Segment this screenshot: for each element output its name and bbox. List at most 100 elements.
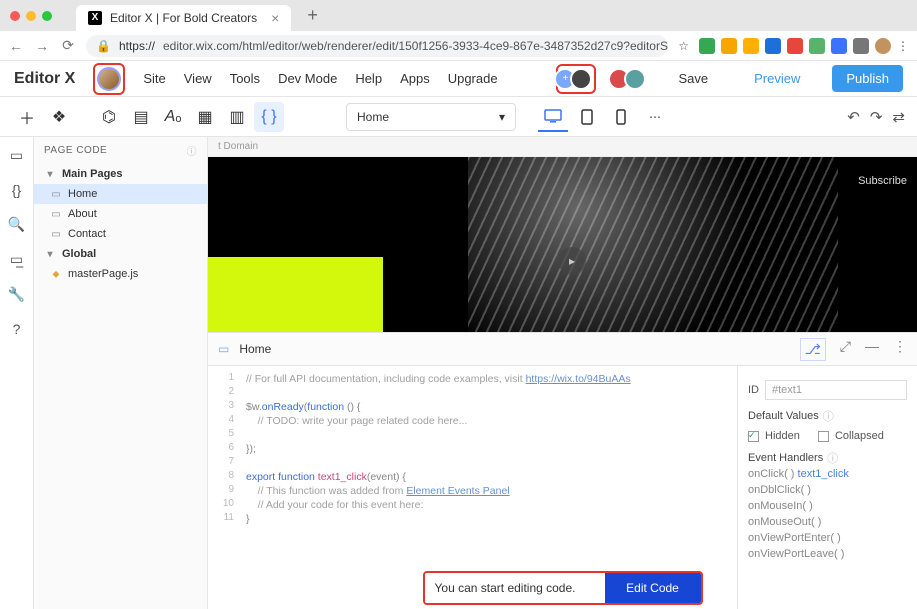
format-code-icon[interactable]: ⎇: [800, 338, 826, 361]
menu-site[interactable]: Site: [143, 71, 165, 86]
ev-ondblclick[interactable]: onDblClick( ): [748, 482, 907, 498]
tree-page-about[interactable]: ▭ About: [34, 204, 207, 224]
ext-icon-2[interactable]: [721, 38, 737, 54]
ev-onmouseout[interactable]: onMouseOut( ): [748, 514, 907, 530]
new-tab-button[interactable]: +: [307, 5, 318, 26]
code-tab-bar: ▭ Home ⎇ ⤢ — ⋮: [208, 332, 917, 366]
ev-onmousein[interactable]: onMouseIn( ): [748, 498, 907, 514]
tree-file-masterpage[interactable]: ⬥ masterPage.js: [34, 264, 207, 284]
inspector-id-label: ID: [748, 384, 759, 396]
url-field[interactable]: 🔒 https://editor.wix.com/html/editor/web…: [86, 35, 668, 57]
bookmark-star-icon[interactable]: ☆: [678, 39, 689, 53]
nav-back-icon[interactable]: ←: [8, 38, 24, 54]
lime-block: [208, 257, 383, 332]
publish-button[interactable]: Publish: [832, 65, 903, 92]
site-nav-subscribe[interactable]: Subscribe: [858, 175, 907, 187]
rail-help-icon[interactable]: ?: [13, 321, 21, 337]
ext-icon-5[interactable]: [787, 38, 803, 54]
collapse-icon: ▾: [44, 248, 56, 260]
menu-view[interactable]: View: [184, 71, 212, 86]
menu-upgrade[interactable]: Upgrade: [448, 71, 498, 86]
code-more-icon[interactable]: ⋮: [893, 338, 907, 361]
redo-icon[interactable]: ↷: [870, 108, 883, 126]
info-icon[interactable]: ⓘ: [823, 408, 834, 424]
swap-icon[interactable]: ⇄: [892, 108, 905, 126]
add-element-icon[interactable]: ＋: [12, 102, 42, 132]
sitemap-icon[interactable]: ⌬: [94, 102, 124, 132]
tab-close-icon[interactable]: ×: [271, 10, 279, 26]
minimize-icon[interactable]: —: [865, 338, 879, 361]
menu-apps[interactable]: Apps: [400, 71, 430, 86]
window-minimize-dot[interactable]: [26, 11, 36, 21]
collab-avatar-1[interactable]: [570, 68, 592, 90]
page-dropdown-label: Home: [357, 110, 389, 124]
ev-onviewportenter[interactable]: onViewPortEnter( ): [748, 530, 907, 546]
tree-page-contact[interactable]: ▭ Contact: [34, 224, 207, 244]
menu-tools[interactable]: Tools: [230, 71, 260, 86]
edit-code-button[interactable]: Edit Code: [605, 573, 701, 603]
rail-db-icon[interactable]: ▭̲: [10, 251, 23, 268]
info-icon[interactable]: ⓘ: [827, 450, 838, 466]
text-style-icon[interactable]: Aₒ: [158, 102, 188, 132]
table-icon[interactable]: ▥: [222, 102, 252, 132]
tab-favicon: X: [88, 11, 102, 25]
ev-onclick[interactable]: onClick( ) text1_click: [748, 466, 907, 482]
expand-icon[interactable]: ⤢: [840, 338, 851, 361]
code-braces-icon[interactable]: { }: [254, 102, 284, 132]
window-close-dot[interactable]: [10, 11, 20, 21]
ext-icon-8[interactable]: [853, 38, 869, 54]
ext-icon-6[interactable]: [809, 38, 825, 54]
tree-file-label: masterPage.js: [68, 268, 138, 280]
undo-icon[interactable]: ↶: [847, 108, 860, 126]
editor-menu-bar: Editor X Site View Tools Dev Mode Help A…: [0, 61, 917, 97]
page-dropdown[interactable]: Home ▾: [346, 103, 516, 131]
page-file-icon: ▭: [50, 228, 62, 240]
menu-help[interactable]: Help: [355, 71, 382, 86]
more-devices-icon[interactable]: ⋯: [640, 102, 670, 132]
code-tab-label[interactable]: Home: [239, 342, 271, 356]
play-icon[interactable]: ▸: [558, 247, 586, 275]
hidden-checkbox[interactable]: [748, 431, 759, 442]
ext-icon-7[interactable]: [831, 38, 847, 54]
ext-icon-4[interactable]: [765, 38, 781, 54]
menu-devmode[interactable]: Dev Mode: [278, 71, 337, 86]
collab-avatar-3[interactable]: [624, 68, 646, 90]
collapse-icon: ▾: [44, 168, 56, 180]
page-code-panel: PAGE CODE ⓘ ▾ Main Pages ▭ Home ▭ About …: [34, 137, 208, 609]
rail-braces-icon[interactable]: {}: [12, 182, 21, 198]
toolbar-right: ↶ ↷ ⇄: [847, 108, 905, 126]
nav-forward-icon[interactable]: →: [34, 38, 50, 54]
code-gutter: 1234567891011: [208, 366, 240, 609]
tree-group-global[interactable]: ▾ Global: [34, 244, 207, 264]
ext-icon-3[interactable]: [743, 38, 759, 54]
collapsed-checkbox[interactable]: [818, 431, 829, 442]
inspector-id-field[interactable]: #text1: [765, 380, 907, 400]
info-icon[interactable]: ⓘ: [187, 143, 198, 158]
page-icon[interactable]: ▤: [126, 102, 156, 132]
layers-icon[interactable]: ❖: [44, 102, 74, 132]
domain-strip: t Domain: [208, 137, 917, 157]
tree-group-main-pages[interactable]: ▾ Main Pages: [34, 164, 207, 184]
device-desktop-icon[interactable]: [538, 102, 568, 132]
ext-icon-1[interactable]: [699, 38, 715, 54]
window-maximize-dot[interactable]: [42, 11, 52, 21]
rail-page-icon[interactable]: ▭: [10, 147, 23, 164]
preview-button[interactable]: Preview: [740, 65, 814, 92]
device-tablet-icon[interactable]: [572, 102, 602, 132]
tree-group-label: Global: [62, 248, 96, 260]
browser-profile-avatar[interactable]: [875, 38, 891, 54]
rail-search-icon[interactable]: 🔍: [8, 216, 25, 233]
browser-tab-bar: X Editor X | For Bold Creators × +: [0, 0, 917, 31]
device-mobile-icon[interactable]: [606, 102, 636, 132]
grid-apps-icon[interactable]: ▦: [190, 102, 220, 132]
browser-tab[interactable]: X Editor X | For Bold Creators ×: [76, 5, 291, 31]
editor-logo: Editor X: [14, 70, 75, 88]
tree-page-home[interactable]: ▭ Home: [34, 184, 207, 204]
profile-avatar[interactable]: [97, 67, 121, 91]
browser-menu-icon[interactable]: ⋮: [897, 39, 909, 53]
ev-onviewportleave[interactable]: onViewPortLeave( ): [748, 546, 907, 562]
nav-reload-icon[interactable]: ⟳: [60, 37, 76, 54]
site-preview-canvas[interactable]: Home Subscribe ▸: [208, 157, 917, 332]
rail-tools-icon[interactable]: 🔧: [8, 286, 25, 303]
save-button[interactable]: Save: [664, 65, 722, 92]
